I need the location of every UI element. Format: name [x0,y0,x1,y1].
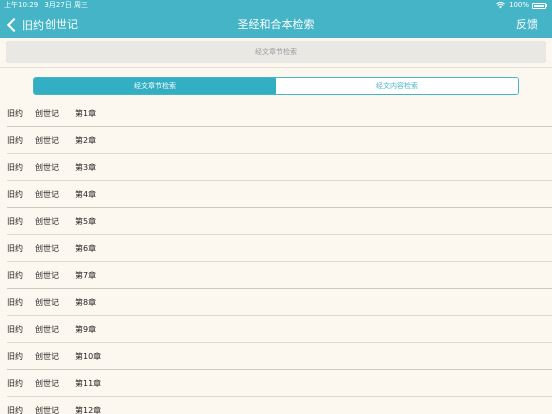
row-chapter: 第9章 [75,325,97,334]
search-area [0,38,552,67]
wifi-icon [496,2,505,9]
page-title: 圣经和合本检索 [237,18,315,31]
row-book: 创世记 [35,217,59,226]
list-item[interactable]: 旧约 创世记 第3章 [0,154,552,181]
row-chapter: 第8章 [75,298,97,307]
row-chapter: 第4章 [75,190,97,199]
row-testament: 旧约 [7,109,23,118]
list-item[interactable]: 旧约 创世记 第12章 [0,397,552,414]
segmented-control: 经文章节检索 经文内容检索 [33,77,519,95]
row-book: 创世记 [35,109,59,118]
battery-percent: 100% [508,1,529,9]
status-left: 上午10:29 3月27日 周三 [4,0,92,11]
row-chapter: 第3章 [75,163,97,172]
search-input[interactable] [6,41,546,63]
status-time: 上午10:29 [4,1,39,9]
status-right: 100% [496,0,547,11]
row-testament: 旧约 [7,163,23,172]
row-testament: 旧约 [7,190,23,199]
row-chapter: 第10章 [75,352,102,361]
status-date: 3月27日 周三 [44,1,89,9]
list-item[interactable]: 旧约 创世记 第9章 [0,316,552,343]
list-item[interactable]: 旧约 创世记 第5章 [0,208,552,235]
row-testament: 旧约 [7,298,23,307]
list-item[interactable]: 旧约 创世记 第1章 [0,100,552,127]
row-chapter: 第5章 [75,217,97,226]
row-chapter: 第1章 [75,109,97,118]
row-testament: 旧约 [7,352,23,361]
list-item[interactable]: 旧约 创世记 第6章 [0,235,552,262]
row-chapter: 第6章 [75,244,97,253]
row-chapter: 第7章 [75,271,97,280]
row-book: 创世记 [35,379,59,388]
row-testament: 旧约 [7,244,23,253]
list-item[interactable]: 旧约 创世记 第4章 [0,181,552,208]
search-field[interactable] [6,41,546,63]
divider [0,67,552,68]
row-testament: 旧约 [7,217,23,226]
row-book: 创世记 [35,325,59,334]
list-item[interactable]: 旧约 创世记 第10章 [0,343,552,370]
row-chapter: 第2章 [75,136,97,145]
list-item[interactable]: 旧约 创世记 第2章 [0,127,552,154]
nav-bar: 旧约 创世记 圣经和合本检索 反馈 [0,11,552,38]
row-testament: 旧约 [7,136,23,145]
feedback-button[interactable]: 反馈 [516,15,538,34]
row-book: 创世记 [35,190,59,199]
battery-cap [546,4,547,7]
status-bar: 上午10:29 3月27日 周三 100% [0,0,552,11]
screen: 上午10:29 3月27日 周三 100% 旧约 创世记 圣经和合本检索 反馈 [0,0,552,414]
list-item[interactable]: 旧约 创世记 第7章 [0,262,552,289]
list-item[interactable]: 旧约 创世记 第8章 [0,289,552,316]
row-book: 创世记 [35,271,59,280]
row-testament: 旧约 [7,271,23,280]
segment-chapter-search[interactable]: 经文章节检索 [34,78,276,94]
row-chapter: 第11章 [75,379,102,388]
row-chapter: 第12章 [75,406,102,414]
row-book: 创世记 [35,406,59,414]
row-book: 创世记 [35,244,59,253]
list-item[interactable]: 旧约 创世记 第11章 [0,370,552,397]
row-testament: 旧约 [7,325,23,334]
row-book: 创世记 [35,136,59,145]
battery-icon [532,2,546,9]
row-testament: 旧约 [7,406,23,414]
segment-content-search[interactable]: 经文内容检索 [276,78,518,94]
row-testament: 旧约 [7,379,23,388]
row-book: 创世记 [35,352,59,361]
chapter-list: 旧约 创世记 第1章 旧约 创世记 第2章 旧约 创世记 第3章 旧约 创世记 第4章 旧约 创世记 第5章… [0,100,552,414]
row-book: 创世记 [35,298,59,307]
row-book: 创世记 [35,163,59,172]
